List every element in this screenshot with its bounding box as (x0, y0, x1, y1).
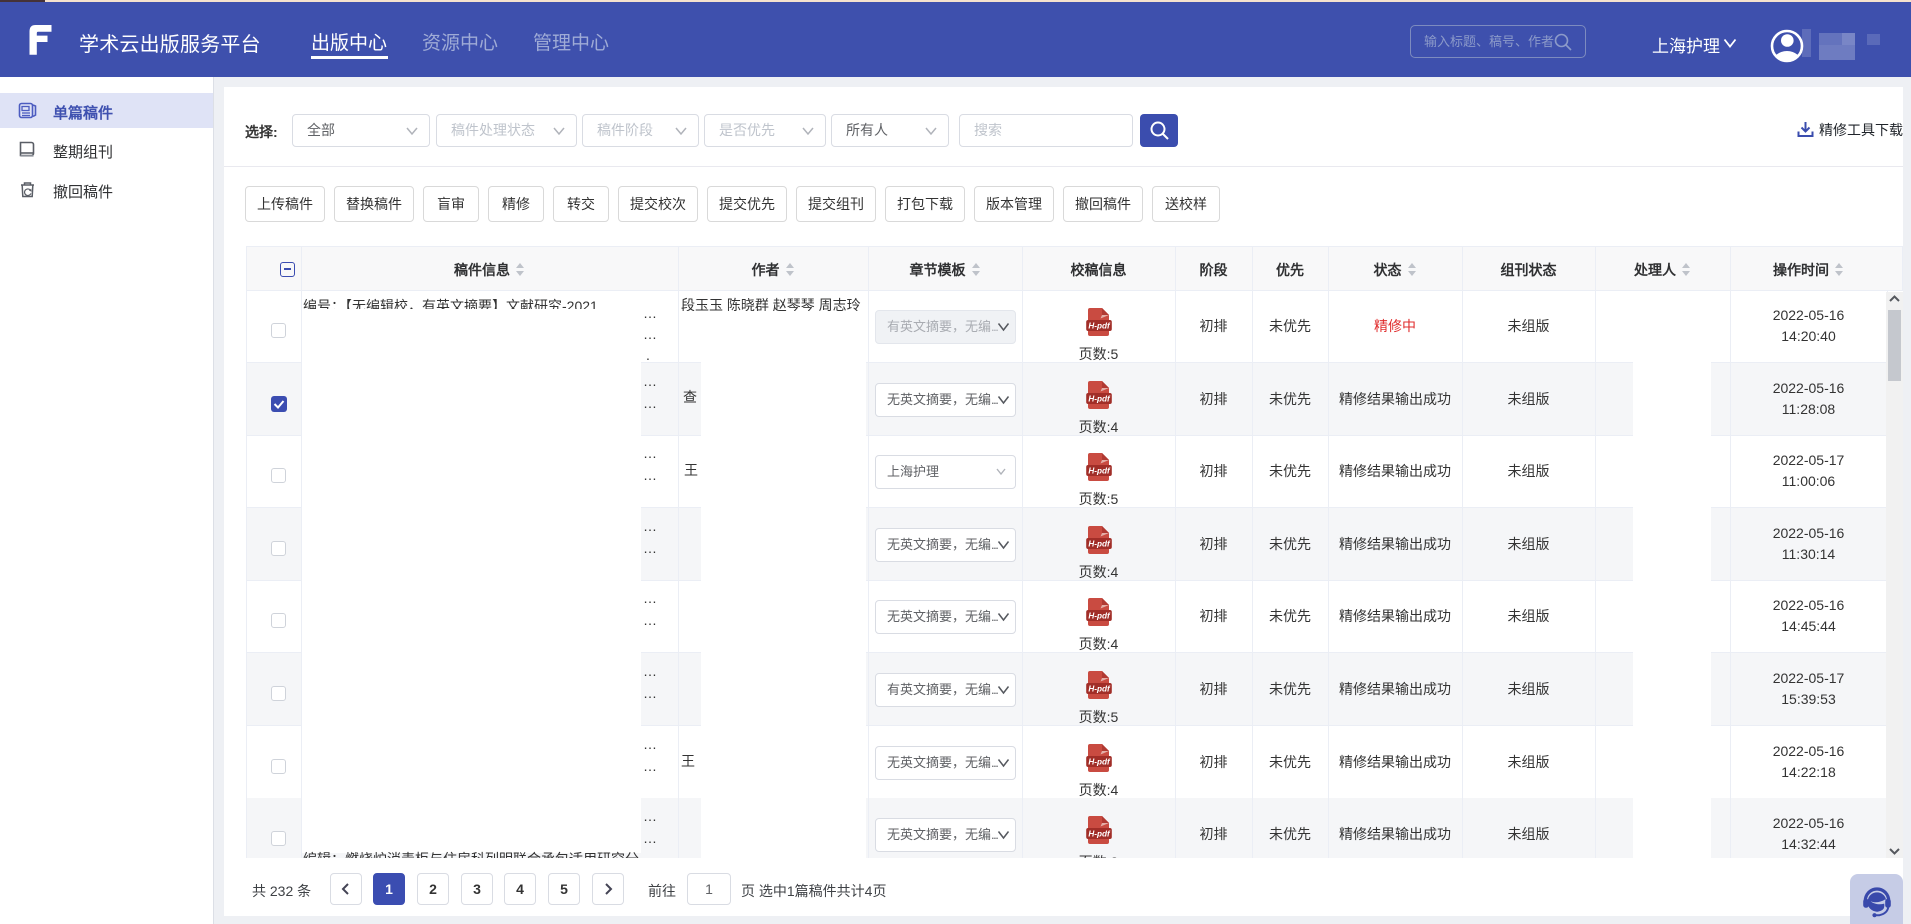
svg-text:H-pdf: H-pdf (1088, 757, 1111, 766)
svg-text:H-pdf: H-pdf (1088, 612, 1111, 621)
svg-text:H-pdf: H-pdf (1088, 394, 1111, 403)
svg-text:H-pdf: H-pdf (1088, 322, 1111, 331)
svg-text:H-pdf: H-pdf (1088, 685, 1111, 694)
svg-text:H-pdf: H-pdf (1088, 830, 1111, 839)
svg-text:H-pdf: H-pdf (1088, 539, 1111, 548)
svg-text:H-pdf: H-pdf (1088, 467, 1111, 476)
